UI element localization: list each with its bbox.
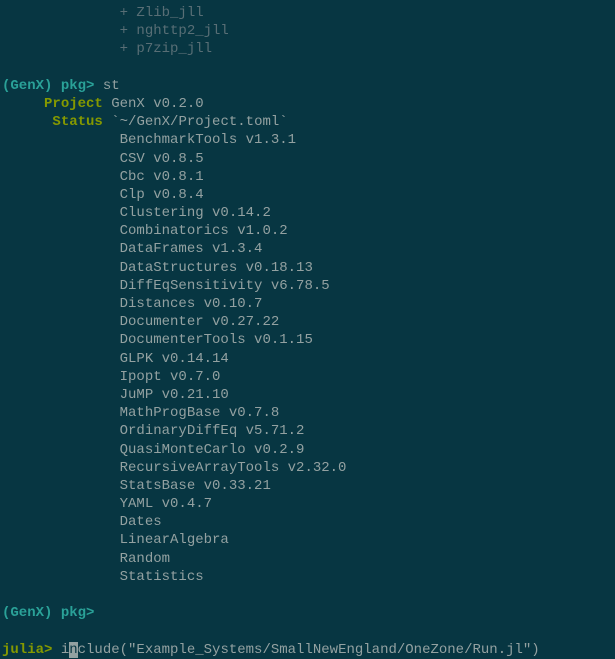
pkg-prompt-name: GenX xyxy=(10,78,44,94)
terminal-output: + Zlib_jll + nghttp2_jll + p7zip_jll (Ge… xyxy=(2,4,613,659)
package-line: Dates xyxy=(2,513,613,531)
st-command: st xyxy=(103,78,120,94)
package-line: GLPK v0.14.14 xyxy=(2,350,613,368)
package-line: Ipopt v0.7.0 xyxy=(2,368,613,386)
package-line: QuasiMonteCarlo v0.2.9 xyxy=(2,441,613,459)
package-line: Clustering v0.14.2 xyxy=(2,204,613,222)
package-line: DataStructures v0.18.13 xyxy=(2,259,613,277)
package-line: StatsBase v0.33.21 xyxy=(2,477,613,495)
blank-line xyxy=(2,59,613,77)
project-value: GenX v0.2.0 xyxy=(103,96,204,112)
pkg-prompt-name: GenX xyxy=(10,605,44,621)
pkg-prompt-label: pkg> xyxy=(61,605,103,621)
added-package-line: + p7zip_jll xyxy=(2,40,613,58)
package-line: DocumenterTools v0.1.15 xyxy=(2,331,613,349)
package-line: LinearAlgebra xyxy=(2,531,613,549)
pkg-prompt-close: ) xyxy=(44,78,61,94)
blank-line xyxy=(2,586,613,604)
package-line: Combinatorics v1.0.2 xyxy=(2,222,613,240)
pkg-prompt-label: pkg> xyxy=(61,78,103,94)
added-package-line: + nghttp2_jll xyxy=(2,22,613,40)
package-line: CSV v0.8.5 xyxy=(2,150,613,168)
package-line: Random xyxy=(2,550,613,568)
added-package-line: + Zlib_jll xyxy=(2,4,613,22)
package-line: Distances v0.10.7 xyxy=(2,295,613,313)
package-line: MathProgBase v0.7.8 xyxy=(2,404,613,422)
package-line: JuMP v0.21.10 xyxy=(2,386,613,404)
project-label: Project xyxy=(44,96,103,112)
pkg-prompt-line: (GenX) pkg> st xyxy=(2,77,613,95)
package-line: BenchmarkTools v1.3.1 xyxy=(2,131,613,149)
pkg-prompt-line-empty: (GenX) pkg> xyxy=(2,604,613,622)
package-line: Statistics xyxy=(2,568,613,586)
package-line: DiffEqSensitivity v6.78.5 xyxy=(2,277,613,295)
package-line: Clp v0.8.4 xyxy=(2,186,613,204)
package-line: DataFrames v1.3.4 xyxy=(2,240,613,258)
package-line: Documenter v0.27.22 xyxy=(2,313,613,331)
pkg-prompt-close: ) xyxy=(44,605,61,621)
status-value: `~/GenX/Project.toml` xyxy=(103,114,288,130)
package-line: Cbc v0.8.1 xyxy=(2,168,613,186)
package-line: OrdinaryDiffEq v5.71.2 xyxy=(2,422,613,440)
package-line: YAML v0.4.7 xyxy=(2,495,613,513)
status-label: Status xyxy=(52,114,102,130)
blank-line xyxy=(2,622,613,640)
package-line: RecursiveArrayTools v2.32.0 xyxy=(2,459,613,477)
project-line: Project GenX v0.2.0 xyxy=(2,95,613,113)
status-line: Status `~/GenX/Project.toml` xyxy=(2,113,613,131)
